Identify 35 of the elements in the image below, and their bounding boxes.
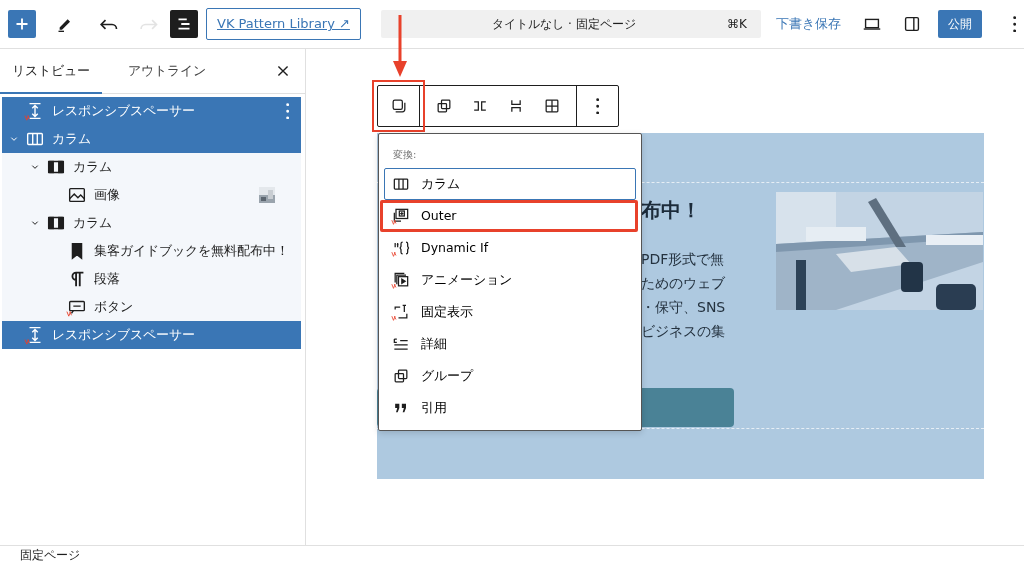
- redo-icon: [140, 18, 158, 30]
- command-title: タイトルなし · 固定ページ: [491, 16, 637, 33]
- menu-item[interactable]: カラム: [384, 168, 636, 200]
- document-overview-button[interactable]: [170, 10, 198, 38]
- sidebar-tab[interactable]: リストビュー: [0, 48, 102, 94]
- status-text: 固定ページ: [20, 548, 80, 562]
- paragraph-text: ビジネスの集: [641, 322, 726, 341]
- more-icon: [595, 97, 600, 115]
- pattern-library-link[interactable]: VK Pattern Library ↗: [206, 8, 361, 40]
- list-view-item[interactable]: レスポンシブスペーサー: [2, 97, 301, 125]
- animation-icon: [391, 270, 411, 290]
- sidebar-tab[interactable]: アウトライン: [116, 48, 218, 94]
- save-draft-link[interactable]: 下書き保存: [775, 13, 842, 35]
- paragraph-text: PDF形式で無: [641, 250, 726, 269]
- more-icon: [1012, 15, 1016, 33]
- outer-icon: [391, 206, 411, 226]
- list-view-item[interactable]: 画像: [2, 181, 301, 209]
- list-view-item[interactable]: 段落: [2, 265, 301, 293]
- paragraph-text: ・保守、SNS: [641, 298, 727, 317]
- publish-button[interactable]: 公開: [938, 10, 982, 38]
- list-view-item[interactable]: カラム: [2, 209, 301, 237]
- list-view-item[interactable]: カラム: [2, 125, 301, 153]
- paragraph-text: ためのウェブ: [641, 274, 726, 293]
- menu-heading: 変換:: [393, 148, 418, 162]
- list-view-item[interactable]: カラム: [2, 153, 301, 181]
- undo-icon: [100, 18, 118, 30]
- list-view-item[interactable]: ボタン: [2, 293, 301, 321]
- list-view-item[interactable]: レスポンシブスペーサー: [2, 321, 301, 349]
- more-icon: [285, 102, 289, 120]
- shortcut-label: ⌘K: [727, 16, 747, 33]
- list-view-item[interactable]: 集客ガイドブックを無料配布中！: [2, 237, 301, 265]
- command-bar[interactable]: タイトルなし · 固定ページ ⌘K: [380, 10, 761, 38]
- menu-item[interactable]: Outer: [380, 200, 638, 232]
- add-block-button[interactable]: [8, 10, 36, 38]
- heading-text: 布中！: [641, 197, 702, 224]
